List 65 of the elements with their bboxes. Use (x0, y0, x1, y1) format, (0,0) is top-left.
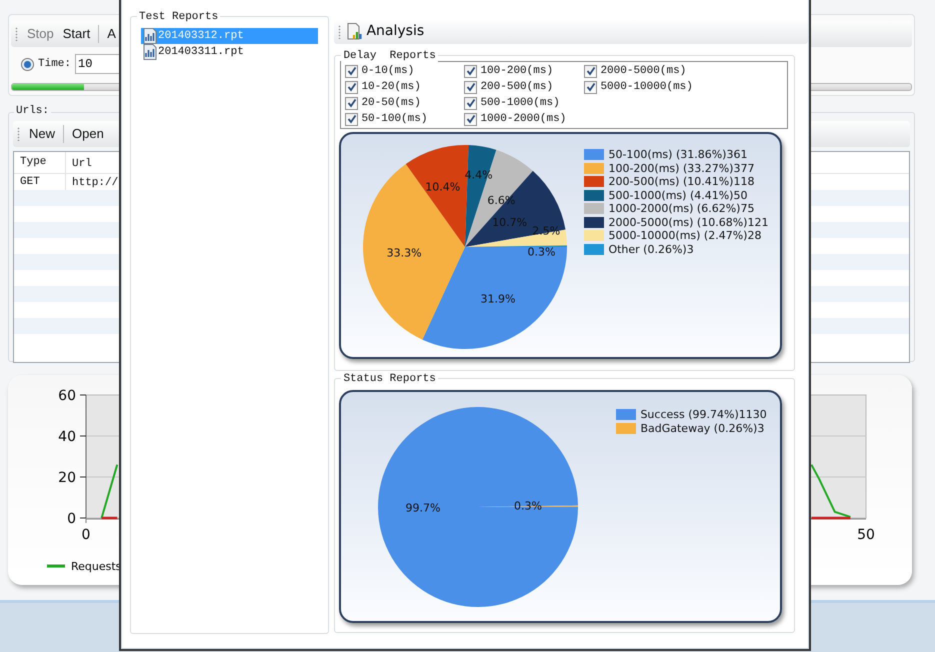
checkbox-label: 50-100(ms) (361, 112, 428, 127)
axis-label: 50 (857, 527, 875, 543)
axis-label: 0 (82, 527, 90, 543)
axis-label: 40 (58, 429, 76, 445)
checkbox[interactable] (584, 64, 598, 78)
column-header[interactable]: Type (14, 154, 46, 171)
toolbar-button[interactable]: A (103, 24, 120, 44)
chart-document-icon (347, 23, 364, 40)
gripper-icon (338, 24, 342, 38)
checkbox-label: 2000-5000(ms) (600, 64, 686, 79)
gripper-icon (15, 27, 18, 41)
data-label: 0.3% (528, 245, 556, 258)
group-title: Delay Reports (341, 49, 438, 63)
axis-label: 0 (67, 511, 76, 527)
data-label: 10.7% (492, 216, 528, 230)
checkbox[interactable] (345, 80, 358, 94)
legend-label: Success (99.74%)1130 (640, 408, 767, 422)
checkbox-label: 5000-10000(ms) (600, 80, 693, 95)
toolbar-button[interactable]: Open (68, 124, 108, 144)
legend-label: 2000-5000(ms) (10.68%)121 (608, 216, 768, 229)
checkbox-label: 0-10(ms) (361, 64, 414, 79)
legend-label: 200-500(ms) (10.41%)118 (608, 175, 754, 188)
checkbox[interactable] (464, 112, 478, 126)
column-header[interactable]: Url (66, 158, 92, 170)
report-file-icon (143, 28, 157, 44)
checkbox-label: 500-1000(ms) (480, 96, 560, 111)
legend-label: Other (0.26%)3 (608, 242, 694, 256)
data-label: 99.7% (406, 501, 441, 514)
toolbar-button[interactable]: New (25, 124, 60, 144)
checkbox-label: 200-500(ms) (480, 80, 554, 95)
checkbox[interactable] (464, 80, 478, 94)
data-label: 33.3% (387, 246, 422, 260)
checkbox-label: 100-200(ms) (480, 64, 554, 79)
radio-button[interactable] (21, 58, 34, 70)
legend-label: 50-100(ms) (31.86%)361 (608, 148, 748, 162)
legend-label: 1000-2000(ms) (6.62%)75 (608, 202, 754, 216)
axis-label: 20 (58, 470, 76, 486)
legend-label: 500-1000(ms) (4.41%)50 (608, 188, 748, 202)
table-cell-text: http:// (71, 177, 118, 190)
legend-label: 100-200(ms) (33.27%)377 (608, 162, 754, 175)
file-item[interactable]: 201403311.rpt (141, 44, 318, 60)
checkbox[interactable] (345, 96, 358, 110)
analysis-button[interactable]: Analysis (345, 21, 426, 42)
data-label: 31.9% (480, 292, 516, 306)
checkbox-label: 1000-2000(ms) (480, 112, 566, 127)
checkbox[interactable] (464, 64, 478, 78)
checkbox[interactable] (345, 112, 358, 126)
checkbox-label: 10-20(ms) (361, 80, 421, 95)
group-title: Status Reports (341, 372, 438, 386)
group-title: Test Reports (137, 10, 220, 24)
time-field[interactable]: 10 (75, 54, 122, 74)
data-label: 10.4% (426, 180, 461, 194)
checkbox[interactable] (464, 96, 478, 110)
report-file-icon (143, 44, 157, 60)
table-cell-text: GET (19, 174, 40, 190)
legend-label: Requests (71, 560, 122, 573)
gripper-icon (17, 127, 20, 141)
legend-label: BadGateway (0.26%)3 (640, 422, 764, 435)
time-label: Time: (38, 56, 72, 72)
checkbox[interactable] (345, 64, 358, 78)
toolbar-button[interactable]: Start (58, 24, 94, 44)
checkbox-label: 20-50(ms) (361, 96, 421, 111)
legend-label: 5000-10000(ms) (2.47%)28 (608, 229, 762, 242)
checkbox[interactable] (584, 80, 598, 94)
axis-label: 60 (58, 388, 76, 404)
